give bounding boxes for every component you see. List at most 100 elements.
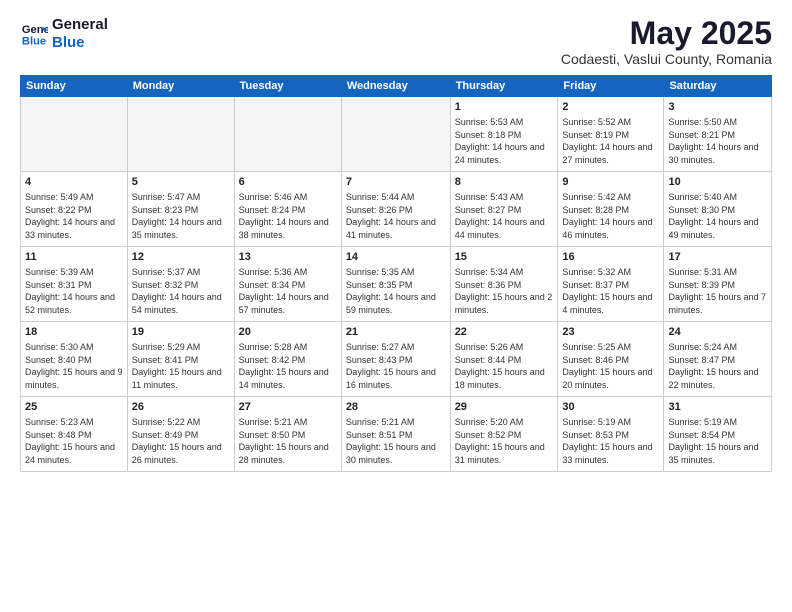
col-sunday: Sunday [21, 76, 128, 97]
cell-date: 5 [132, 175, 230, 190]
cell-date: 11 [25, 250, 123, 265]
cell-date: 21 [346, 325, 446, 340]
logo-icon: General Blue [20, 20, 48, 48]
cell-3-4: 14Sunrise: 5:35 AM Sunset: 8:35 PM Dayli… [341, 247, 450, 322]
cell-date: 23 [562, 325, 659, 340]
week-row-2: 4Sunrise: 5:49 AM Sunset: 8:22 PM Daylig… [21, 172, 772, 247]
cell-info: Sunrise: 5:20 AM Sunset: 8:52 PM Dayligh… [455, 416, 554, 466]
cell-3-1: 11Sunrise: 5:39 AM Sunset: 8:31 PM Dayli… [21, 247, 128, 322]
cell-3-6: 16Sunrise: 5:32 AM Sunset: 8:37 PM Dayli… [558, 247, 664, 322]
cell-info: Sunrise: 5:29 AM Sunset: 8:41 PM Dayligh… [132, 341, 230, 391]
cell-1-1 [21, 97, 128, 172]
cell-info: Sunrise: 5:46 AM Sunset: 8:24 PM Dayligh… [239, 191, 337, 241]
cell-5-5: 29Sunrise: 5:20 AM Sunset: 8:52 PM Dayli… [450, 397, 558, 472]
cell-date: 28 [346, 400, 446, 415]
cell-5-6: 30Sunrise: 5:19 AM Sunset: 8:53 PM Dayli… [558, 397, 664, 472]
cell-date: 7 [346, 175, 446, 190]
cell-2-1: 4Sunrise: 5:49 AM Sunset: 8:22 PM Daylig… [21, 172, 128, 247]
cell-info: Sunrise: 5:24 AM Sunset: 8:47 PM Dayligh… [668, 341, 767, 391]
cell-4-4: 21Sunrise: 5:27 AM Sunset: 8:43 PM Dayli… [341, 322, 450, 397]
cell-1-3 [234, 97, 341, 172]
cell-date: 25 [25, 400, 123, 415]
col-friday: Friday [558, 76, 664, 97]
cell-3-5: 15Sunrise: 5:34 AM Sunset: 8:36 PM Dayli… [450, 247, 558, 322]
cell-date: 4 [25, 175, 123, 190]
cell-4-1: 18Sunrise: 5:30 AM Sunset: 8:40 PM Dayli… [21, 322, 128, 397]
cell-info: Sunrise: 5:36 AM Sunset: 8:34 PM Dayligh… [239, 266, 337, 316]
calendar-header-row: Sunday Monday Tuesday Wednesday Thursday… [21, 76, 772, 97]
cell-info: Sunrise: 5:49 AM Sunset: 8:22 PM Dayligh… [25, 191, 123, 241]
cell-date: 13 [239, 250, 337, 265]
col-monday: Monday [127, 76, 234, 97]
cell-1-2 [127, 97, 234, 172]
cell-info: Sunrise: 5:50 AM Sunset: 8:21 PM Dayligh… [668, 116, 767, 166]
header: General Blue General Blue May 2025 Codae… [20, 16, 772, 67]
week-row-4: 18Sunrise: 5:30 AM Sunset: 8:40 PM Dayli… [21, 322, 772, 397]
cell-5-3: 27Sunrise: 5:21 AM Sunset: 8:50 PM Dayli… [234, 397, 341, 472]
cell-1-7: 3Sunrise: 5:50 AM Sunset: 8:21 PM Daylig… [664, 97, 772, 172]
cell-info: Sunrise: 5:40 AM Sunset: 8:30 PM Dayligh… [668, 191, 767, 241]
cell-1-5: 1Sunrise: 5:53 AM Sunset: 8:18 PM Daylig… [450, 97, 558, 172]
title-block: May 2025 Codaesti, Vaslui County, Romani… [561, 16, 772, 67]
cell-date: 3 [668, 100, 767, 115]
cell-info: Sunrise: 5:26 AM Sunset: 8:44 PM Dayligh… [455, 341, 554, 391]
cell-5-4: 28Sunrise: 5:21 AM Sunset: 8:51 PM Dayli… [341, 397, 450, 472]
cell-info: Sunrise: 5:32 AM Sunset: 8:37 PM Dayligh… [562, 266, 659, 316]
subtitle: Codaesti, Vaslui County, Romania [561, 51, 772, 67]
cell-4-2: 19Sunrise: 5:29 AM Sunset: 8:41 PM Dayli… [127, 322, 234, 397]
cell-info: Sunrise: 5:23 AM Sunset: 8:48 PM Dayligh… [25, 416, 123, 466]
cell-date: 19 [132, 325, 230, 340]
cell-date: 14 [346, 250, 446, 265]
cell-date: 22 [455, 325, 554, 340]
cell-info: Sunrise: 5:43 AM Sunset: 8:27 PM Dayligh… [455, 191, 554, 241]
cell-date: 2 [562, 100, 659, 115]
cell-date: 10 [668, 175, 767, 190]
cell-date: 29 [455, 400, 554, 415]
cell-4-6: 23Sunrise: 5:25 AM Sunset: 8:46 PM Dayli… [558, 322, 664, 397]
cell-2-2: 5Sunrise: 5:47 AM Sunset: 8:23 PM Daylig… [127, 172, 234, 247]
cell-1-6: 2Sunrise: 5:52 AM Sunset: 8:19 PM Daylig… [558, 97, 664, 172]
cell-date: 17 [668, 250, 767, 265]
cell-info: Sunrise: 5:44 AM Sunset: 8:26 PM Dayligh… [346, 191, 446, 241]
cell-info: Sunrise: 5:25 AM Sunset: 8:46 PM Dayligh… [562, 341, 659, 391]
cell-2-5: 8Sunrise: 5:43 AM Sunset: 8:27 PM Daylig… [450, 172, 558, 247]
week-row-1: 1Sunrise: 5:53 AM Sunset: 8:18 PM Daylig… [21, 97, 772, 172]
cell-info: Sunrise: 5:53 AM Sunset: 8:18 PM Dayligh… [455, 116, 554, 166]
cell-info: Sunrise: 5:31 AM Sunset: 8:39 PM Dayligh… [668, 266, 767, 316]
cell-date: 18 [25, 325, 123, 340]
cell-info: Sunrise: 5:52 AM Sunset: 8:19 PM Dayligh… [562, 116, 659, 166]
cell-2-6: 9Sunrise: 5:42 AM Sunset: 8:28 PM Daylig… [558, 172, 664, 247]
cell-2-7: 10Sunrise: 5:40 AM Sunset: 8:30 PM Dayli… [664, 172, 772, 247]
cell-date: 30 [562, 400, 659, 415]
cell-date: 12 [132, 250, 230, 265]
cell-date: 9 [562, 175, 659, 190]
col-thursday: Thursday [450, 76, 558, 97]
page: General Blue General Blue May 2025 Codae… [0, 0, 792, 612]
cell-3-3: 13Sunrise: 5:36 AM Sunset: 8:34 PM Dayli… [234, 247, 341, 322]
cell-5-7: 31Sunrise: 5:19 AM Sunset: 8:54 PM Dayli… [664, 397, 772, 472]
cell-info: Sunrise: 5:37 AM Sunset: 8:32 PM Dayligh… [132, 266, 230, 316]
week-row-3: 11Sunrise: 5:39 AM Sunset: 8:31 PM Dayli… [21, 247, 772, 322]
cell-date: 15 [455, 250, 554, 265]
cell-info: Sunrise: 5:27 AM Sunset: 8:43 PM Dayligh… [346, 341, 446, 391]
cell-date: 8 [455, 175, 554, 190]
cell-3-7: 17Sunrise: 5:31 AM Sunset: 8:39 PM Dayli… [664, 247, 772, 322]
cell-5-1: 25Sunrise: 5:23 AM Sunset: 8:48 PM Dayli… [21, 397, 128, 472]
col-tuesday: Tuesday [234, 76, 341, 97]
main-title: May 2025 [561, 16, 772, 51]
cell-4-7: 24Sunrise: 5:24 AM Sunset: 8:47 PM Dayli… [664, 322, 772, 397]
week-row-5: 25Sunrise: 5:23 AM Sunset: 8:48 PM Dayli… [21, 397, 772, 472]
cell-info: Sunrise: 5:39 AM Sunset: 8:31 PM Dayligh… [25, 266, 123, 316]
calendar: Sunday Monday Tuesday Wednesday Thursday… [20, 75, 772, 472]
cell-info: Sunrise: 5:21 AM Sunset: 8:50 PM Dayligh… [239, 416, 337, 466]
cell-info: Sunrise: 5:19 AM Sunset: 8:54 PM Dayligh… [668, 416, 767, 466]
cell-date: 24 [668, 325, 767, 340]
cell-date: 26 [132, 400, 230, 415]
cell-date: 27 [239, 400, 337, 415]
cell-info: Sunrise: 5:42 AM Sunset: 8:28 PM Dayligh… [562, 191, 659, 241]
cell-info: Sunrise: 5:47 AM Sunset: 8:23 PM Dayligh… [132, 191, 230, 241]
cell-date: 20 [239, 325, 337, 340]
logo: General Blue General Blue [20, 16, 108, 52]
cell-date: 1 [455, 100, 554, 115]
cell-info: Sunrise: 5:28 AM Sunset: 8:42 PM Dayligh… [239, 341, 337, 391]
